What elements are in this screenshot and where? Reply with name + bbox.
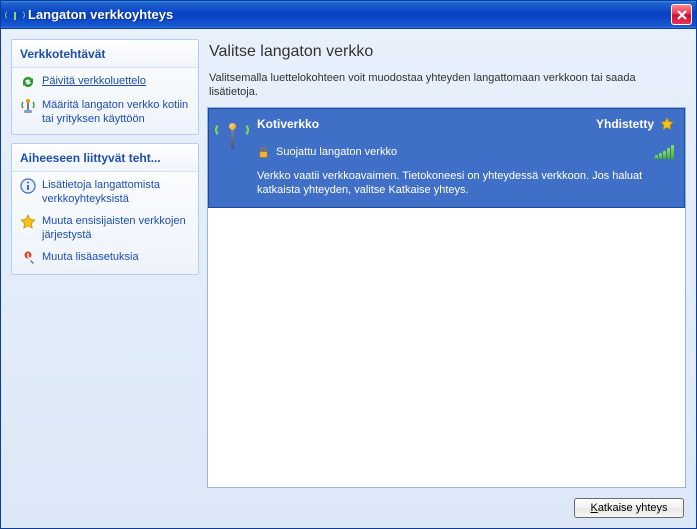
reorder-preferred-networks[interactable]: Muuta ensisijaisten verkkojen järjestyst… bbox=[12, 208, 198, 244]
sidebar: Verkkotehtävät Päivitä verkkoluettelo bbox=[11, 39, 199, 520]
wireless-connection-window: Langaton verkkoyhteys Verkkotehtävät bbox=[0, 0, 697, 529]
button-row: Katkaise yhteys bbox=[207, 488, 686, 520]
info-icon bbox=[20, 178, 36, 194]
reorder-preferred-networks-label: Muuta ensisijaisten verkkojen järjestyst… bbox=[42, 214, 190, 242]
window-body: Verkkotehtävät Päivitä verkkoluettelo bbox=[1, 29, 696, 528]
title-bar[interactable]: Langaton verkkoyhteys bbox=[1, 1, 696, 29]
network-item-body: Kotiverkko Yhdistetty Suojattu lang bbox=[257, 117, 674, 197]
network-name: Kotiverkko bbox=[257, 117, 590, 131]
network-security-label: Suojattu langaton verkko bbox=[276, 146, 397, 158]
wireless-info[interactable]: Lisätietoja langattomista verkkoyhteyksi… bbox=[12, 172, 198, 208]
disconnect-button[interactable]: Katkaise yhteys bbox=[574, 498, 684, 518]
wireless-icon bbox=[7, 7, 23, 23]
network-status: Yhdistetty bbox=[596, 117, 654, 131]
network-description: Verkko vaatii verkkoavaimen. Tietokonees… bbox=[257, 169, 674, 197]
network-tasks-panel: Verkkotehtävät Päivitä verkkoluettelo bbox=[11, 39, 199, 135]
refresh-icon bbox=[20, 74, 36, 90]
close-icon bbox=[676, 9, 688, 21]
setup-wireless-network-label: Määritä langaton verkko kotiin tai yrity… bbox=[42, 98, 190, 126]
close-button[interactable] bbox=[671, 4, 692, 25]
setup-wireless-network[interactable]: Määritä langaton verkko kotiin tai yrity… bbox=[12, 92, 198, 128]
network-list[interactable]: Kotiverkko Yhdistetty Suojattu lang bbox=[207, 107, 686, 488]
related-tasks-panel: Aiheeseen liittyvät teht... Lisätietoja … bbox=[11, 143, 199, 275]
change-advanced-settings-label: Muuta lisäasetuksia bbox=[42, 250, 139, 264]
antenna-icon bbox=[20, 98, 36, 114]
change-advanced-settings[interactable]: Muuta lisäasetuksia bbox=[12, 244, 198, 268]
signal-strength-icon bbox=[655, 145, 674, 159]
window-title: Langaton verkkoyhteys bbox=[28, 7, 671, 22]
wireless-info-label: Lisätietoja langattomista verkkoyhteyksi… bbox=[42, 178, 190, 206]
favorite-star-icon bbox=[660, 117, 674, 131]
star-icon bbox=[20, 214, 36, 230]
refresh-network-list[interactable]: Päivitä verkkoluettelo bbox=[12, 68, 198, 92]
page-title: Valitse langaton verkko bbox=[207, 39, 686, 71]
related-tasks-header: Aiheeseen liittyvät teht... bbox=[12, 144, 198, 172]
refresh-network-list-label: Päivitä verkkoluettelo bbox=[42, 74, 146, 88]
network-antenna-icon bbox=[219, 117, 247, 197]
network-tasks-header: Verkkotehtävät bbox=[12, 40, 198, 68]
lock-icon bbox=[257, 146, 270, 159]
page-subtitle: Valitsemalla luettelokohteen voit muodos… bbox=[207, 71, 686, 107]
main-content: Valitse langaton verkko Valitsemalla lue… bbox=[207, 39, 686, 520]
network-item[interactable]: Kotiverkko Yhdistetty Suojattu lang bbox=[208, 108, 685, 208]
settings-icon bbox=[20, 250, 36, 266]
